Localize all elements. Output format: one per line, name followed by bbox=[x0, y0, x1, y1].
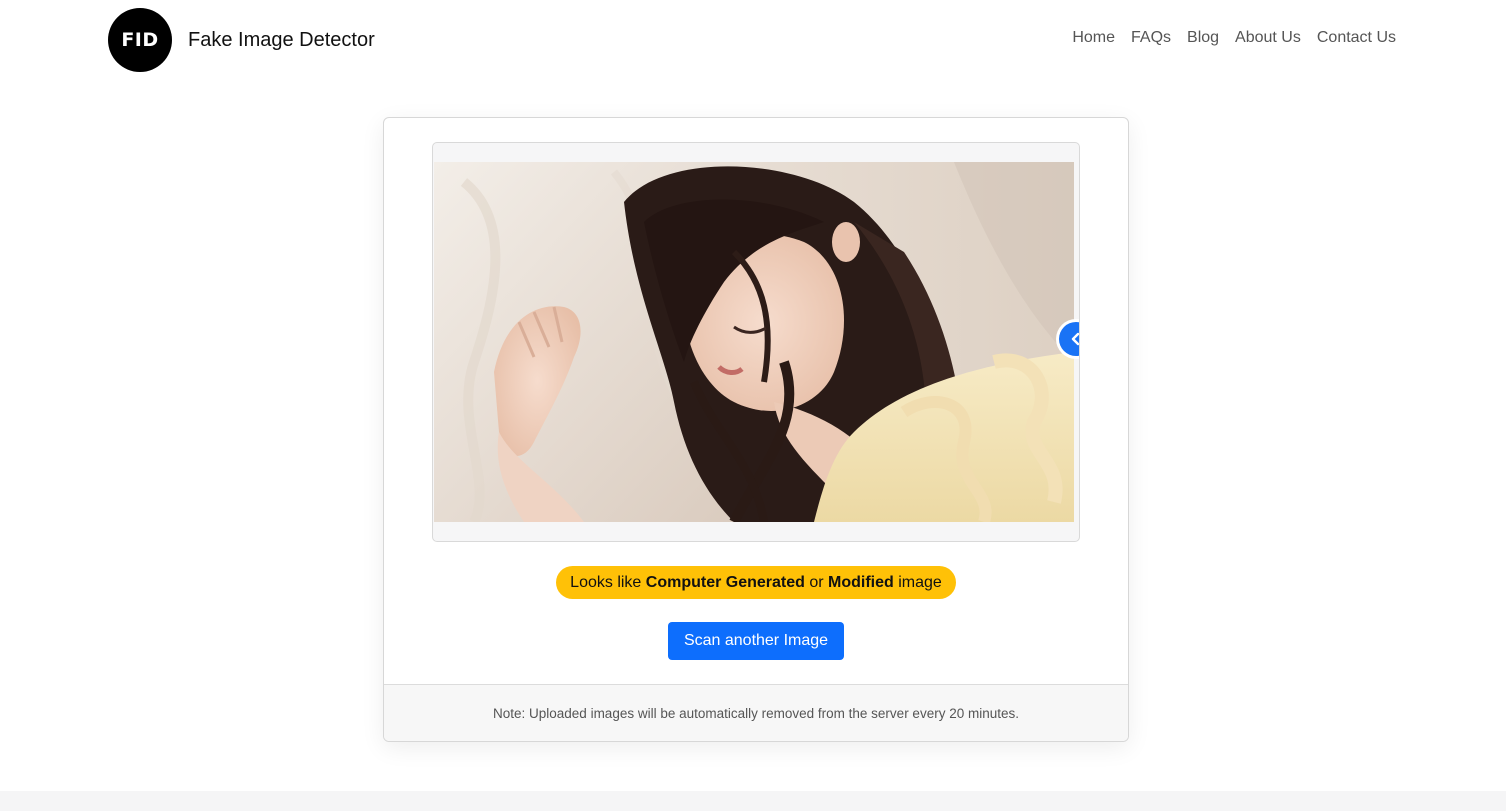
verdict-prefix: Looks like bbox=[570, 574, 646, 591]
nav-about-us[interactable]: About Us bbox=[1235, 29, 1301, 46]
nav-home[interactable]: Home bbox=[1072, 29, 1115, 46]
nav-faqs[interactable]: FAQs bbox=[1131, 29, 1171, 46]
verdict-modified: Modified bbox=[828, 574, 894, 591]
verdict-badge: Looks like Computer Generated or Modifie… bbox=[556, 566, 956, 599]
page-footer bbox=[0, 791, 1506, 811]
chevron-left-icon bbox=[1059, 322, 1079, 356]
main-nav: Home FAQs Blog About Us Contact Us bbox=[1072, 29, 1396, 47]
brand-link[interactable]: FID Fake Image Detector bbox=[108, 8, 375, 72]
verdict-computer-generated: Computer Generated bbox=[645, 574, 805, 591]
nav-blog[interactable]: Blog bbox=[1187, 29, 1219, 46]
upload-note: Note: Uploaded images will be automatica… bbox=[384, 684, 1128, 741]
image-preview bbox=[432, 142, 1080, 542]
verdict-middle: or bbox=[804, 574, 829, 591]
navbar: FID Fake Image Detector Home FAQs Blog A… bbox=[0, 0, 1506, 80]
brand-name: Fake Image Detector bbox=[188, 28, 375, 51]
logo: FID bbox=[108, 8, 172, 72]
nav-contact-us[interactable]: Contact Us bbox=[1317, 29, 1396, 46]
scan-another-image-button[interactable]: Scan another Image bbox=[668, 622, 844, 660]
verdict-suffix: image bbox=[893, 574, 942, 591]
uploaded-image bbox=[434, 162, 1074, 522]
result-card: Looks like Computer Generated or Modifie… bbox=[383, 117, 1129, 742]
